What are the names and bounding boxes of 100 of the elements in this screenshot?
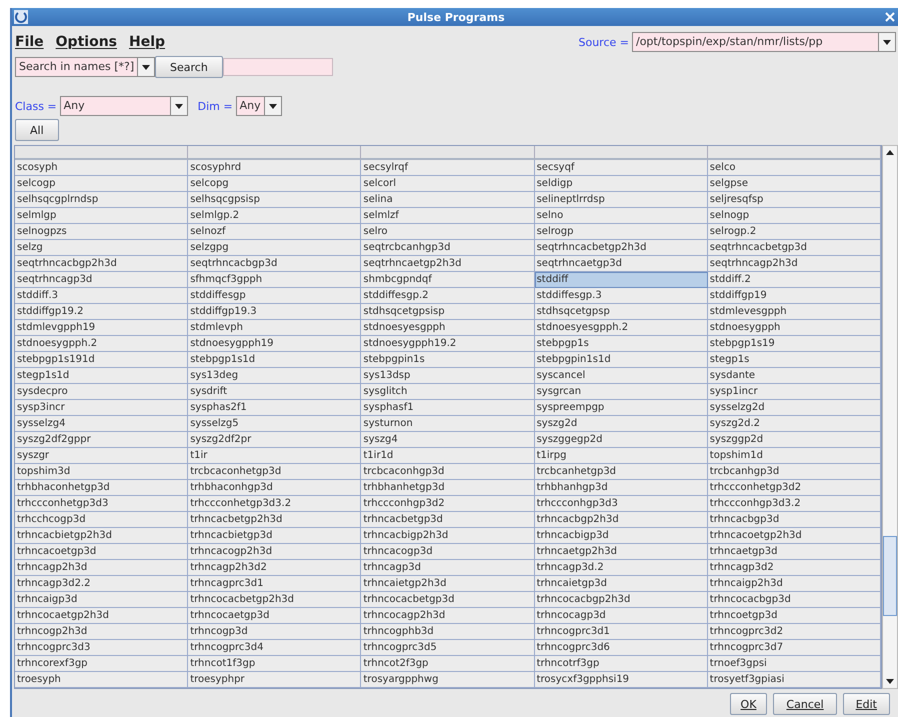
table-cell[interactable]: trhccconhetgp3d3 <box>15 496 188 512</box>
table-cell[interactable]: seqtrhncaetgp2h3d <box>361 256 535 272</box>
table-cell[interactable]: stdnoesyesgpph.2 <box>534 320 708 336</box>
table-cell[interactable]: selcogp <box>15 176 188 192</box>
table-cell[interactable]: stddiffgp19.2 <box>15 304 188 320</box>
dialog-button[interactable]: Edit <box>842 693 890 715</box>
table-cell[interactable]: trhncacogp3d <box>361 544 535 560</box>
table-cell[interactable]: trhncotrf3gp <box>534 656 708 672</box>
table-cell[interactable]: seqtrhncacbgp3d <box>188 256 362 272</box>
table-cell[interactable]: stebpgp1s1d <box>188 352 362 368</box>
table-cell[interactable]: selmlgp <box>15 208 188 224</box>
dim-dropdown[interactable]: Any <box>236 96 282 116</box>
table-cell[interactable]: trhncaetgp2h3d <box>534 544 708 560</box>
table-cell[interactable]: stddiffesgp.3 <box>534 288 708 304</box>
table-cell[interactable]: trhncogp2h3d <box>15 624 188 640</box>
table-cell[interactable]: trhncaetgp3d <box>708 544 881 560</box>
table-cell[interactable]: trhncocacbgp2h3d <box>534 592 708 608</box>
table-cell[interactable]: trhncoetgp3d <box>708 608 881 624</box>
search-button[interactable]: Search <box>155 56 223 78</box>
table-cell[interactable]: stdnoesygpph.2 <box>15 336 188 352</box>
table-cell[interactable]: trhcchcogp3d <box>15 512 188 528</box>
table-cell[interactable]: sfhmqcf3gpph <box>188 272 362 288</box>
table-cell[interactable]: seldigp <box>534 176 708 192</box>
table-cell[interactable]: trcbcanhgp3d <box>708 464 881 480</box>
table-cell[interactable]: seqtrcbcanhgp3d <box>361 240 535 256</box>
table-cell[interactable]: selineptlrrdsp <box>534 192 708 208</box>
table-cell[interactable]: selnogpzs <box>15 224 188 240</box>
table-cell[interactable]: seqtrhncagp3d <box>15 272 188 288</box>
table-cell[interactable]: stebpgp1s <box>534 336 708 352</box>
table-cell[interactable]: stddiffesgp.2 <box>361 288 535 304</box>
table-cell[interactable]: trhncocagp3d <box>534 608 708 624</box>
table-cell[interactable]: syszg2d.2 <box>708 416 881 432</box>
table-cell[interactable]: trhncacbigp2h3d <box>361 528 535 544</box>
scrollbar[interactable] <box>882 145 898 689</box>
table-cell[interactable]: trosyetf3gpiasi <box>708 672 881 688</box>
table-cell[interactable]: stddiff <box>534 272 708 288</box>
table-cell[interactable]: trhncogprc3d6 <box>534 640 708 656</box>
table-cell[interactable]: stdhsqcetgpsp <box>534 304 708 320</box>
table-cell[interactable]: secsyqf <box>534 160 708 176</box>
table-cell[interactable]: sysphas2f1 <box>188 400 362 416</box>
table-cell[interactable]: seqtrhncacbetgp2h3d <box>534 240 708 256</box>
table-cell[interactable]: seljresqfsp <box>708 192 881 208</box>
table-cell[interactable]: stdmlevesgpph <box>708 304 881 320</box>
table-cell[interactable]: trosycxf3gpphsi19 <box>534 672 708 688</box>
table-cell[interactable]: trhncocaetgp2h3d <box>15 608 188 624</box>
table-cell[interactable]: trhncacbetgp2h3d <box>188 512 362 528</box>
source-dropdown[interactable]: /opt/topspin/exp/stan/nmr/lists/pp <box>632 32 896 52</box>
table-cell[interactable]: selrogp.2 <box>708 224 881 240</box>
table-cell[interactable]: selgpse <box>708 176 881 192</box>
table-cell[interactable]: trhncogphb3d <box>361 624 535 640</box>
all-button[interactable]: All <box>15 119 59 141</box>
table-cell[interactable]: trhncacbgp3d <box>708 512 881 528</box>
table-cell[interactable]: stdmlevph <box>188 320 362 336</box>
table-cell[interactable]: sysdrift <box>188 384 362 400</box>
table-cell[interactable]: stdnoesygpph19.2 <box>361 336 535 352</box>
table-cell[interactable]: trhncocacbetgp3d <box>361 592 535 608</box>
table-cell[interactable]: syszg4 <box>361 432 535 448</box>
table-cell[interactable]: trhncocaetgp3d <box>188 608 362 624</box>
table-cell[interactable]: trcbcaconhetgp3d <box>188 464 362 480</box>
table-cell[interactable]: sys13deg <box>188 368 362 384</box>
table-cell[interactable]: selco <box>708 160 881 176</box>
table-cell[interactable]: trhncaietgp2h3d <box>361 576 535 592</box>
table-cell[interactable]: sysp3incr <box>15 400 188 416</box>
table-cell[interactable]: trhncaigp3d <box>15 592 188 608</box>
table-cell[interactable]: trhncaigp2h3d <box>708 576 881 592</box>
table-cell[interactable]: stebpgpin1s <box>361 352 535 368</box>
table-cell[interactable]: syszgr <box>15 448 188 464</box>
table-cell[interactable]: selro <box>361 224 535 240</box>
table-cell[interactable]: selmlgp.2 <box>188 208 362 224</box>
table-cell[interactable]: trhncagp2h3d <box>15 560 188 576</box>
table-cell[interactable]: trhncorexf3gp <box>15 656 188 672</box>
table-cell[interactable]: trhbhanhetgp3d <box>361 480 535 496</box>
table-cell[interactable]: topshim3d <box>15 464 188 480</box>
table-cell[interactable]: selnogp <box>708 208 881 224</box>
table-cell[interactable]: trhncogprc3d5 <box>361 640 535 656</box>
table-cell[interactable]: trhncacbetgp3d <box>361 512 535 528</box>
table-cell[interactable]: selcorl <box>361 176 535 192</box>
table-cell[interactable]: trhncogprc3d1 <box>534 624 708 640</box>
table-cell[interactable]: stddiffgp19.3 <box>188 304 362 320</box>
dialog-button[interactable]: Cancel <box>773 693 837 715</box>
table-cell[interactable]: syszggegp2d <box>534 432 708 448</box>
search-field[interactable] <box>222 58 333 76</box>
table-cell[interactable]: stebpgpin1s1d <box>534 352 708 368</box>
table-cell[interactable]: trhncagprc3d1 <box>188 576 362 592</box>
table-cell[interactable]: trhccconhgp3d2 <box>361 496 535 512</box>
table-cell[interactable]: t1ir1d <box>361 448 535 464</box>
table-cell[interactable]: trcbcanhetgp3d <box>534 464 708 480</box>
table-cell[interactable]: syszg2df2pr <box>188 432 362 448</box>
search-mode-dropdown[interactable]: Search in names [*?] <box>15 57 155 77</box>
table-cell[interactable]: trhncaietgp3d <box>534 576 708 592</box>
table-cell[interactable]: trhncacbietgp2h3d <box>15 528 188 544</box>
table-cell[interactable]: trhncot2f3gp <box>361 656 535 672</box>
table-cell[interactable]: secsylrqf <box>361 160 535 176</box>
table-cell[interactable]: trhncacoetgp2h3d <box>708 528 881 544</box>
table-cell[interactable]: stddiff.2 <box>708 272 881 288</box>
table-cell[interactable]: trhncocacbgp3d <box>708 592 881 608</box>
table-cell[interactable]: trhncagp3d.2 <box>534 560 708 576</box>
table-cell[interactable]: systurnon <box>361 416 535 432</box>
table-cell[interactable]: sysselzg2d <box>708 400 881 416</box>
table-cell[interactable]: trhncagp3d2 <box>708 560 881 576</box>
